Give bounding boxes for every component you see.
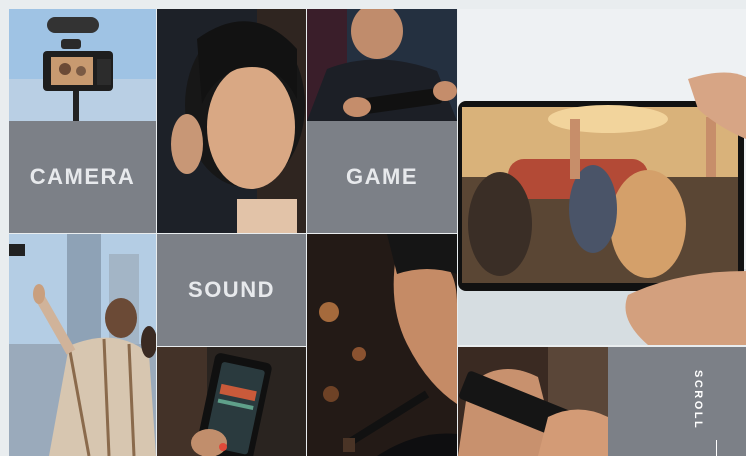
camera-label: CAMERA <box>29 164 136 189</box>
gamer-with-phone-photo <box>307 9 457 121</box>
man-with-phone-mic-photo <box>307 234 457 456</box>
sound-label: SOUND <box>188 277 275 302</box>
sound-tile[interactable]: SOUND <box>157 234 306 346</box>
man-taking-selfie-photo <box>9 234 156 456</box>
woman-with-headphones-photo <box>157 9 306 233</box>
scroll-panel <box>608 347 746 456</box>
scroll-indicator-line <box>716 440 717 456</box>
game-label: GAME <box>346 164 418 189</box>
hand-with-phone-audio-app-photo <box>157 347 306 456</box>
scroll-indicator-label[interactable]: SCROLL <box>692 370 704 430</box>
friends-in-car-phone-photo <box>458 9 746 345</box>
hands-holding-phone-photo <box>458 347 608 456</box>
camera-rig-photo <box>9 9 156 121</box>
camera-tile[interactable]: CAMERA <box>9 121 156 233</box>
game-tile[interactable]: GAME <box>307 121 457 233</box>
